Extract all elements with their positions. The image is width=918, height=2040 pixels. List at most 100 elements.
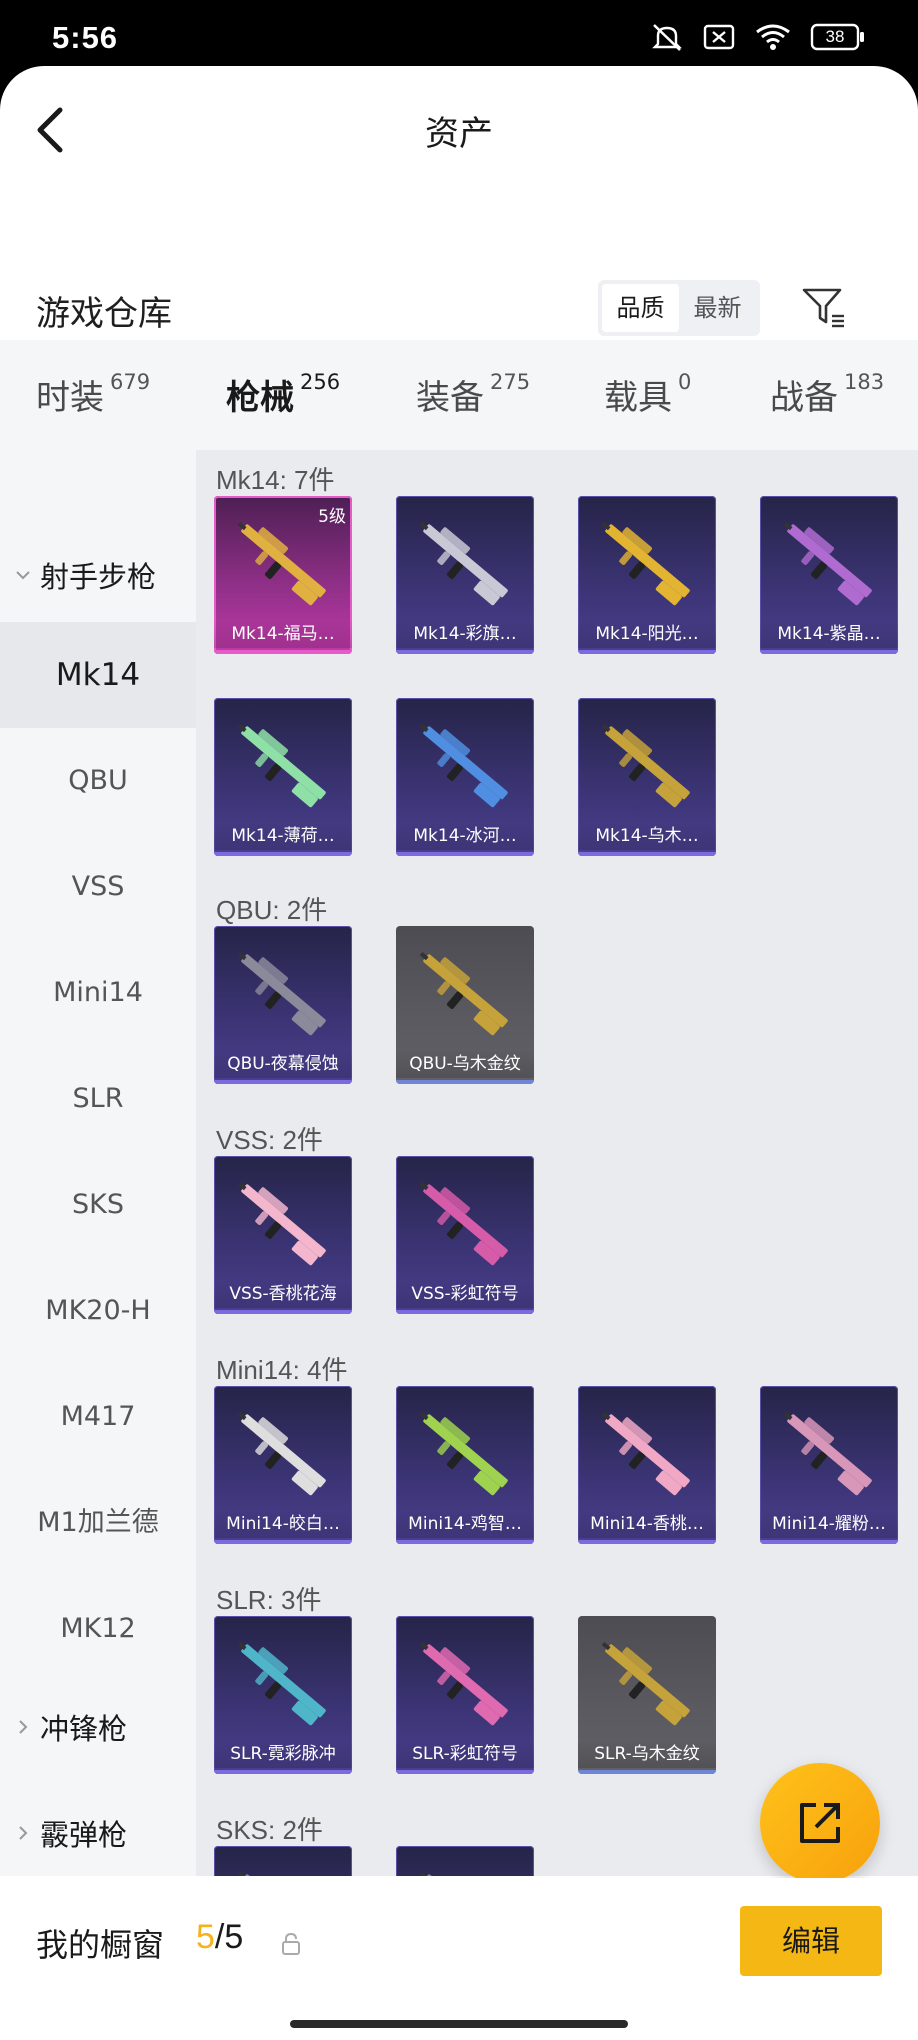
weapon-card[interactable]: SLR-彩虹符号 bbox=[396, 1616, 534, 1774]
sidebar-item-mk14[interactable]: Mk14 bbox=[0, 622, 196, 728]
tab-supplies[interactable]: 战备 183 bbox=[770, 370, 884, 419]
rifle-icon bbox=[237, 952, 326, 1036]
tab-label: 时装 bbox=[36, 378, 104, 418]
group-label: SLR: 3件 bbox=[216, 1585, 322, 1615]
weapon-card[interactable]: Mini14-皎白… bbox=[214, 1386, 352, 1544]
category-tabs: 时装 679 枪械 256 装备 275 载具 0 战备 183 bbox=[0, 340, 918, 450]
tab-equipment[interactable]: 装备 275 bbox=[416, 370, 530, 419]
filter-icon bbox=[802, 288, 844, 328]
sidebar-item-sks[interactable]: SKS bbox=[0, 1152, 196, 1258]
weapon-card[interactable]: 5级 Mk14-福马… bbox=[214, 496, 352, 654]
no-sim-icon bbox=[702, 22, 736, 52]
tab-count: 0 bbox=[678, 370, 692, 394]
rifle-icon bbox=[601, 724, 690, 808]
weapon-card[interactable]: VSS-彩虹符号 bbox=[396, 1156, 534, 1314]
sort-quality[interactable]: 品质 bbox=[602, 284, 679, 332]
rifle-icon bbox=[419, 1412, 508, 1496]
share-button[interactable] bbox=[760, 1763, 880, 1883]
section-title: 游戏仓库 bbox=[36, 294, 172, 334]
weapon-card[interactable]: Mk14-乌木… bbox=[578, 698, 716, 856]
weapon-name: Mk14-福马… bbox=[214, 620, 352, 648]
edit-button[interactable]: 编辑 bbox=[740, 1906, 882, 1976]
chevron-right-icon bbox=[19, 1720, 28, 1734]
rarity-bar bbox=[396, 1080, 534, 1084]
weapon-card[interactable] bbox=[396, 1846, 534, 1876]
tab-fashion[interactable]: 时装 679 bbox=[36, 370, 150, 419]
sidebar-item-vss[interactable]: VSS bbox=[0, 834, 196, 940]
rifle-icon bbox=[601, 1642, 690, 1726]
weapon-card[interactable] bbox=[214, 1846, 352, 1876]
sidebar-item-mini14[interactable]: Mini14 bbox=[0, 940, 196, 1046]
tab-label: 枪械 bbox=[226, 378, 294, 418]
weapon-name: VSS-香桃花海 bbox=[214, 1280, 352, 1308]
sidebar-item-mk12[interactable]: MK12 bbox=[0, 1576, 196, 1682]
sidebar-category-smg[interactable]: 冲锋枪 bbox=[14, 1706, 127, 1748]
group-label: SKS: 2件 bbox=[216, 1815, 323, 1845]
rarity-bar bbox=[396, 1540, 534, 1544]
sort-newest[interactable]: 最新 bbox=[679, 284, 756, 332]
tab-label: 载具 bbox=[604, 378, 672, 418]
weapon-card[interactable]: Mini14-耀粉… bbox=[760, 1386, 898, 1544]
weapon-card[interactable]: QBU-夜幕侵蚀 bbox=[214, 926, 352, 1084]
rifle-icon bbox=[237, 1642, 326, 1726]
rarity-bar bbox=[396, 1770, 534, 1774]
weapon-name: Mini14-皎白… bbox=[214, 1510, 352, 1538]
weapon-card[interactable]: Mk14-彩旗… bbox=[396, 496, 534, 654]
rarity-bar bbox=[760, 1540, 898, 1544]
rifle-icon bbox=[419, 952, 508, 1036]
sidebar-item-qbu[interactable]: QBU bbox=[0, 728, 196, 834]
page-title: 资产 bbox=[425, 114, 493, 154]
weapon-card[interactable]: Mk14-紫晶… bbox=[760, 496, 898, 654]
weapon-card[interactable]: Mini14-鸡智… bbox=[396, 1386, 534, 1544]
showcase-label: 我的橱窗 bbox=[36, 1926, 165, 1964]
group-label: Mini14: 4件 bbox=[216, 1355, 348, 1385]
weapon-name: QBU-乌木金纹 bbox=[396, 1050, 534, 1078]
weapon-card[interactable]: Mk14-冰河… bbox=[396, 698, 534, 856]
sidebar-category-label: 冲锋枪 bbox=[40, 1712, 128, 1746]
rifle-icon bbox=[419, 1642, 508, 1726]
sidebar-item-m417[interactable]: M417 bbox=[0, 1364, 196, 1470]
rarity-bar bbox=[214, 1770, 352, 1774]
weapon-sidebar: 射手步枪 Mk14 QBU VSS Mini14 SLR SKS MK20-H … bbox=[0, 450, 196, 1876]
home-indicator[interactable] bbox=[290, 2020, 628, 2028]
weapon-card[interactable]: Mini14-香桃… bbox=[578, 1386, 716, 1544]
weapon-card[interactable]: Mk14-阳光… bbox=[578, 496, 716, 654]
showcase-bar: 我的橱窗 5/5 编辑 bbox=[0, 1878, 918, 2040]
battery-icon: 38 bbox=[810, 23, 866, 51]
rarity-bar bbox=[760, 650, 898, 654]
sidebar-item-mk20h[interactable]: MK20-H bbox=[0, 1258, 196, 1364]
tab-guns[interactable]: 枪械 256 bbox=[226, 370, 340, 419]
weapon-name: Mk14-紫晶… bbox=[760, 620, 898, 648]
rarity-bar bbox=[396, 650, 534, 654]
rifle-icon bbox=[237, 1182, 326, 1266]
rarity-bar bbox=[214, 1310, 352, 1314]
showcase-count-current: 5 bbox=[196, 1918, 215, 1956]
sidebar-category-marksman[interactable]: 射手步枪 bbox=[14, 554, 156, 596]
sidebar-item-m1garand[interactable]: M1加兰德 bbox=[0, 1470, 196, 1576]
status-time: 5:56 bbox=[52, 20, 119, 55]
rifle-icon bbox=[419, 522, 508, 606]
showcase-count-max: 5 bbox=[224, 1918, 244, 1956]
weapon-name: Mk14-薄荷… bbox=[214, 822, 352, 850]
sidebar-category-label: 射手步枪 bbox=[40, 560, 157, 594]
weapon-name: Mini14-鸡智… bbox=[396, 1510, 534, 1538]
weapon-card[interactable]: QBU-乌木金纹 bbox=[396, 926, 534, 1084]
weapon-card[interactable]: SLR-乌木金纹 bbox=[578, 1616, 716, 1774]
weapon-card[interactable]: SLR-霓彩脉冲 bbox=[214, 1616, 352, 1774]
chevron-right-icon bbox=[19, 1826, 28, 1840]
rarity-bar bbox=[578, 852, 716, 856]
sidebar-category-label: 霰弹枪 bbox=[40, 1818, 128, 1852]
sidebar-item-slr[interactable]: SLR bbox=[0, 1046, 196, 1152]
weapon-card[interactable]: VSS-香桃花海 bbox=[214, 1156, 352, 1314]
sidebar-category-shotgun[interactable]: 霰弹枪 bbox=[14, 1812, 127, 1854]
weapon-name: Mini14-香桃… bbox=[578, 1510, 716, 1538]
rarity-bar bbox=[214, 852, 352, 856]
rarity-bar bbox=[578, 1540, 716, 1544]
weapon-card[interactable]: Mk14-薄荷… bbox=[214, 698, 352, 856]
tab-label: 装备 bbox=[416, 378, 484, 418]
rarity-bar bbox=[214, 650, 352, 654]
filter-button[interactable] bbox=[800, 284, 848, 332]
rifle-icon bbox=[419, 1182, 508, 1266]
tab-vehicles[interactable]: 载具 0 bbox=[604, 370, 691, 419]
weapon-name: Mk14-冰河… bbox=[396, 822, 534, 850]
